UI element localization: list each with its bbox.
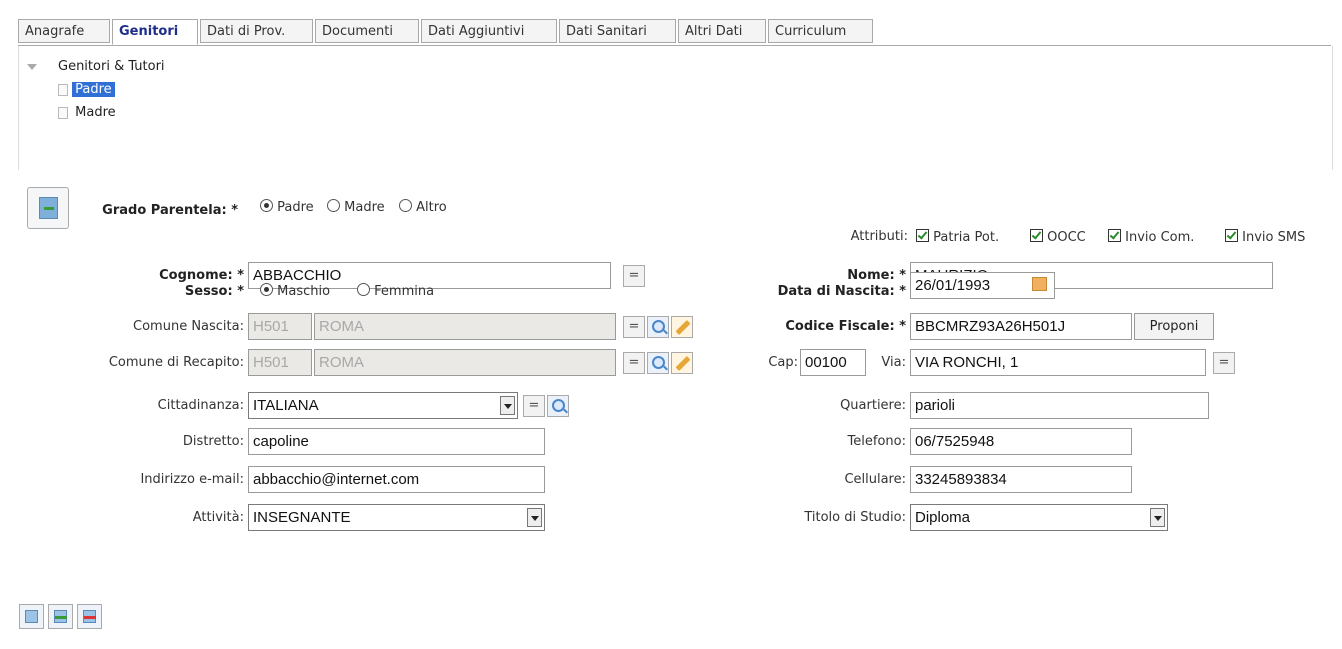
chevron-down-icon bbox=[500, 396, 515, 415]
check-oocc[interactable]: OOCC bbox=[1030, 229, 1086, 245]
email-label: Indirizzo e-mail: bbox=[140, 472, 244, 487]
tab-dati-aggiuntivi[interactable]: Dati Aggiuntivi bbox=[421, 19, 557, 43]
tab-bar: Anagrafe Genitori Dati di Prov. Document… bbox=[18, 19, 1331, 46]
tab-documenti[interactable]: Documenti bbox=[315, 19, 419, 43]
tree-collapse-icon[interactable] bbox=[27, 64, 37, 70]
radio-madre[interactable]: Madre bbox=[327, 199, 385, 215]
radio-maschio[interactable]: Maschio bbox=[260, 283, 330, 299]
cellulare-input[interactable]: 33245893834 bbox=[910, 466, 1132, 493]
pencil-icon bbox=[675, 320, 691, 335]
comune-recapito-name: ROMA bbox=[314, 349, 616, 376]
comune-nascita-equal-button[interactable]: = bbox=[623, 316, 645, 338]
comune-recapito-equal-button[interactable]: = bbox=[623, 352, 645, 374]
import-button[interactable] bbox=[27, 187, 69, 229]
toolbar-transfer-button[interactable] bbox=[48, 604, 73, 629]
telefono-input[interactable]: 06/7525948 bbox=[910, 428, 1132, 455]
check-invio-com[interactable]: Invio Com. bbox=[1108, 229, 1194, 245]
tab-anagrafe[interactable]: Anagrafe bbox=[18, 19, 110, 43]
radio-padre[interactable]: Padre bbox=[260, 199, 314, 215]
radio-off-icon bbox=[327, 199, 340, 212]
data-nascita-label: Data di Nascita: * bbox=[777, 284, 906, 299]
cittadinanza-select[interactable]: ITALIANA bbox=[248, 392, 518, 419]
radio-off-icon bbox=[399, 199, 412, 212]
comune-nascita-code: H501 bbox=[248, 313, 312, 340]
attributi-label: Attributi: bbox=[850, 229, 908, 244]
tree-panel bbox=[18, 46, 1333, 170]
cognome-label: Cognome: * bbox=[159, 268, 244, 283]
cittadinanza-label: Cittadinanza: bbox=[157, 398, 244, 413]
cap-label: Cap: bbox=[768, 355, 798, 370]
tree-item-padre[interactable]: Padre bbox=[58, 82, 115, 97]
radio-off-icon bbox=[357, 283, 370, 296]
toolbar-exit-button[interactable] bbox=[77, 604, 102, 629]
checkbox-checked-icon bbox=[1030, 229, 1043, 242]
comune-recapito-code: H501 bbox=[248, 349, 312, 376]
comune-recapito-label: Comune di Recapito: bbox=[108, 355, 244, 370]
calendar-icon[interactable] bbox=[1030, 275, 1048, 293]
tab-dati-sanitari[interactable]: Dati Sanitari bbox=[559, 19, 676, 43]
grado-parentela-label: Grado Parentela: * bbox=[102, 203, 238, 218]
pencil-icon bbox=[675, 356, 691, 371]
comune-nascita-label: Comune Nascita: bbox=[133, 319, 244, 334]
comune-nascita-edit-button[interactable] bbox=[671, 316, 693, 338]
codice-fiscale-label: Codice Fiscale: * bbox=[785, 319, 906, 334]
cittadinanza-search-button[interactable] bbox=[547, 395, 569, 417]
via-input[interactable]: VIA RONCHI, 1 bbox=[910, 349, 1206, 376]
proponi-button[interactable]: Proponi bbox=[1134, 313, 1214, 340]
checkbox-checked-icon bbox=[1108, 229, 1121, 242]
chevron-down-icon bbox=[1150, 508, 1165, 527]
tab-genitori[interactable]: Genitori bbox=[112, 19, 198, 45]
checkbox-checked-icon bbox=[916, 229, 929, 242]
email-input[interactable]: abbacchio@internet.com bbox=[248, 466, 545, 493]
cellulare-label: Cellulare: bbox=[844, 472, 906, 487]
tree-root-label: Genitori & Tutori bbox=[58, 59, 165, 74]
nome-label: Nome: * bbox=[847, 268, 906, 283]
check-invio-sms[interactable]: Invio SMS bbox=[1225, 229, 1305, 245]
quartiere-label: Quartiere: bbox=[840, 398, 906, 413]
cittadinanza-equal-button[interactable]: = bbox=[523, 395, 545, 417]
import-icon bbox=[39, 197, 58, 219]
tree-item-madre[interactable]: Madre bbox=[58, 105, 116, 120]
tree-item-label: Padre bbox=[72, 82, 115, 97]
form-icon bbox=[25, 610, 38, 623]
attivita-label: Attività: bbox=[192, 510, 244, 525]
search-icon bbox=[552, 399, 565, 412]
tab-dati-di-prov[interactable]: Dati di Prov. bbox=[200, 19, 313, 43]
radio-on-icon bbox=[260, 199, 273, 212]
comune-nascita-search-button[interactable] bbox=[647, 316, 669, 338]
document-icon bbox=[58, 83, 68, 96]
search-icon bbox=[652, 320, 665, 333]
distretto-input[interactable]: capoline bbox=[248, 428, 545, 455]
tab-altri-dati[interactable]: Altri Dati bbox=[678, 19, 766, 43]
via-label: Via: bbox=[881, 355, 906, 370]
via-equal-button[interactable]: = bbox=[1213, 352, 1235, 374]
chevron-down-icon bbox=[527, 508, 542, 527]
arrow-icon bbox=[84, 616, 96, 619]
check-patria-pot[interactable]: Patria Pot. bbox=[916, 229, 999, 245]
codice-fiscale-input[interactable]: BBCMRZ93A26H501J bbox=[910, 313, 1132, 340]
toolbar-new-button[interactable] bbox=[19, 604, 44, 629]
arrow-icon bbox=[55, 616, 67, 619]
distretto-label: Distretto: bbox=[182, 434, 244, 449]
tab-curriculum[interactable]: Curriculum bbox=[768, 19, 873, 43]
titolo-studio-label: Titolo di Studio: bbox=[804, 510, 906, 525]
comune-nascita-name: ROMA bbox=[314, 313, 616, 340]
quartiere-input[interactable]: parioli bbox=[910, 392, 1209, 419]
telefono-label: Telefono: bbox=[847, 434, 906, 449]
comune-recapito-edit-button[interactable] bbox=[671, 352, 693, 374]
radio-on-icon bbox=[260, 283, 273, 296]
checkbox-checked-icon bbox=[1225, 229, 1238, 242]
cap-input[interactable]: 00100 bbox=[800, 349, 866, 376]
comune-recapito-search-button[interactable] bbox=[647, 352, 669, 374]
attivita-select[interactable]: INSEGNANTE bbox=[248, 504, 545, 531]
tree-item-label: Madre bbox=[75, 105, 116, 120]
search-icon bbox=[652, 356, 665, 369]
document-icon bbox=[58, 106, 68, 119]
radio-altro[interactable]: Altro bbox=[399, 199, 447, 215]
cognome-equal-button[interactable]: = bbox=[623, 265, 645, 287]
sesso-label: Sesso: * bbox=[184, 284, 244, 299]
titolo-studio-select[interactable]: Diploma bbox=[910, 504, 1168, 531]
radio-femmina[interactable]: Femmina bbox=[357, 283, 434, 299]
